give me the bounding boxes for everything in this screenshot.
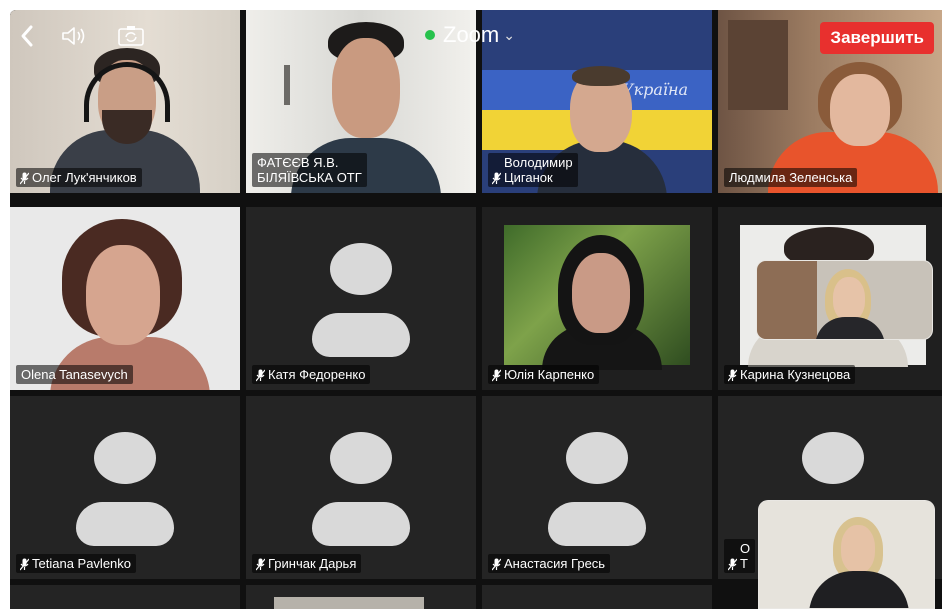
participant-name: Анастасия Гресь <box>504 556 606 571</box>
participant-video <box>482 207 712 390</box>
participant-name: Olena Tanasevych <box>21 367 128 382</box>
participant-name-label: О Т <box>724 539 756 573</box>
muted-mic-icon <box>492 172 501 185</box>
participant-name: ФАТЄЄВ Я.В. БІЛЯЇВСЬКА ОТГ <box>257 155 362 185</box>
participant-tile[interactable]: Анастасия Гресь <box>482 396 712 579</box>
participant-name: Людмила Зеленська <box>729 170 853 185</box>
muted-mic-icon <box>492 558 501 571</box>
participant-name-label: Tetiana Pavlenko <box>16 554 137 573</box>
meeting-top-bar: Zoom ⌄ Завершить <box>10 10 942 62</box>
avatar-placeholder-icon <box>330 432 392 485</box>
participant-name-label: ФАТЄЄВ Я.В. БІЛЯЇВСЬКА ОТГ <box>252 153 367 187</box>
meeting-screen: Олег Лук'янчиков ФАТЄЄВ Я.В. БІЛЯЇВСЬКА … <box>10 10 942 609</box>
avatar-placeholder-icon <box>94 432 156 485</box>
participant-tile[interactable] <box>10 585 240 609</box>
participant-tile[interactable] <box>482 585 712 609</box>
participant-name: Карина Кузнецова <box>740 367 851 382</box>
participant-name: Катя Федоренко <box>268 367 366 382</box>
participant-tile[interactable]: Tetiana Pavlenko <box>10 396 240 579</box>
participant-name-label: Володимир Циганок <box>488 153 578 187</box>
connection-status-icon <box>425 30 435 40</box>
participant-name: Tetiana Pavlenko <box>32 556 132 571</box>
participant-name-label: Карина Кузнецова <box>724 365 856 384</box>
muted-mic-icon <box>20 558 29 571</box>
participant-tile[interactable] <box>246 585 476 609</box>
floating-video-pip[interactable] <box>758 500 935 609</box>
participant-tile[interactable]: Olena Tanasevych <box>10 207 240 390</box>
participant-video <box>10 207 240 390</box>
end-meeting-button[interactable]: Завершить <box>820 22 934 54</box>
avatar-placeholder-icon <box>802 432 864 485</box>
camera-switch-icon[interactable] <box>116 24 146 48</box>
participant-name-label: Гринчак Дарья <box>252 554 362 573</box>
participant-tile[interactable]: Гринчак Дарья <box>246 396 476 579</box>
participant-name: Володимир Циганок <box>504 155 573 185</box>
muted-mic-icon <box>256 558 265 571</box>
participant-name: Олег Лук'янчиков <box>32 170 137 185</box>
muted-mic-icon <box>728 369 737 382</box>
participant-tile[interactable]: Юлія Карпенко <box>482 207 712 390</box>
participant-name-label: Людмила Зеленська <box>724 168 858 187</box>
participant-name-label: Анастасия Гресь <box>488 554 611 573</box>
participant-name: Гринчак Дарья <box>268 556 357 571</box>
chevron-down-icon: ⌄ <box>503 26 515 43</box>
speaker-icon[interactable] <box>60 24 90 48</box>
muted-mic-icon <box>728 558 737 571</box>
participant-name-label: Олег Лук'янчиков <box>16 168 142 187</box>
participant-name: Юлія Карпенко <box>504 367 595 382</box>
participant-tile[interactable]: Катя Федоренко <box>246 207 476 390</box>
muted-mic-icon <box>492 369 501 382</box>
meeting-title[interactable]: Zoom ⌄ <box>425 20 515 50</box>
participant-name-label: Юлія Карпенко <box>488 365 600 384</box>
avatar-placeholder-icon <box>566 432 628 485</box>
participant-name: О Т <box>740 541 751 571</box>
avatar-placeholder-icon <box>330 243 392 296</box>
participant-video <box>274 597 424 609</box>
participant-name-label: Катя Федоренко <box>252 365 371 384</box>
back-icon[interactable] <box>18 24 36 48</box>
participant-name-label: Olena Tanasevych <box>16 365 133 384</box>
muted-mic-icon <box>256 369 265 382</box>
meeting-title-text: Zoom <box>443 22 500 47</box>
muted-mic-icon <box>20 172 29 185</box>
self-view-pip[interactable] <box>756 260 933 340</box>
